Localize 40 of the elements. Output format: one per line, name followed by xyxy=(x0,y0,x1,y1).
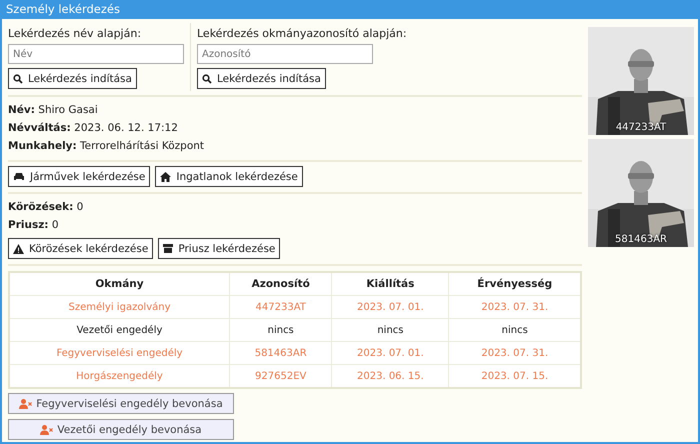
column-header: Okmány xyxy=(9,272,230,296)
search-button[interactable]: Lekérdezés indítása xyxy=(8,68,137,89)
query-button[interactable]: Járművek lekérdezése xyxy=(8,166,150,187)
table-cell: nincs xyxy=(230,318,332,342)
table-cell: Fegyverviselési engedély xyxy=(9,342,230,364)
search-icon xyxy=(13,74,23,84)
info-text: Priusz: 0 xyxy=(8,218,60,233)
info-text: Munkahely: Terrorelhárítási Központ xyxy=(8,139,206,154)
car-icon xyxy=(13,172,25,181)
window-title: Személy lekérdezés xyxy=(2,0,698,19)
search-button[interactable]: Lekérdezés indítása xyxy=(197,68,326,89)
photo-caption: 581463AR xyxy=(614,234,668,245)
query-button[interactable]: Priusz lekérdezése xyxy=(158,238,280,259)
field-label: Lekérdezés okmányazonosító alapján: xyxy=(197,26,408,40)
query-button[interactable]: Körözések lekérdezése xyxy=(8,238,154,259)
table-cell: Személyi igazolvány xyxy=(9,296,230,318)
photo-caption: 447233AT xyxy=(614,122,668,133)
table-cell: nincs xyxy=(332,318,449,342)
warning-icon xyxy=(13,244,24,254)
table-cell: Vezetői engedély xyxy=(9,318,230,342)
table-cell: 2023. 07. 01. xyxy=(332,342,449,364)
search-icon xyxy=(202,74,212,84)
archive-icon xyxy=(163,244,174,253)
user-remove-icon xyxy=(19,398,32,408)
input-field[interactable]: Azonosító xyxy=(197,44,373,64)
table-cell: 447233AT xyxy=(230,296,332,318)
table-cell: 581463AR xyxy=(230,342,332,364)
info-text: Körözések: 0 xyxy=(8,200,84,215)
user-remove-icon xyxy=(40,424,54,434)
input-field[interactable]: Név xyxy=(8,44,184,64)
table-cell: 2023. 07. 01. xyxy=(332,296,449,318)
info-text: Névváltás: 2023. 06. 12. 17:12 xyxy=(8,121,179,136)
info-text: Név: Shiro Gasai xyxy=(8,103,99,118)
query-button[interactable]: Ingatlanok lekérdezése xyxy=(155,166,303,187)
field-label: Lekérdezés név alapján: xyxy=(8,26,142,40)
revoke-button[interactable]: Fegyverviselési engedély bevonása xyxy=(8,393,234,414)
column-header: Kiállítás xyxy=(332,272,449,296)
revoke-button[interactable]: Vezetői engedély bevonása xyxy=(8,419,234,440)
column-header: Azonosító xyxy=(230,272,332,296)
house-icon xyxy=(160,172,172,182)
